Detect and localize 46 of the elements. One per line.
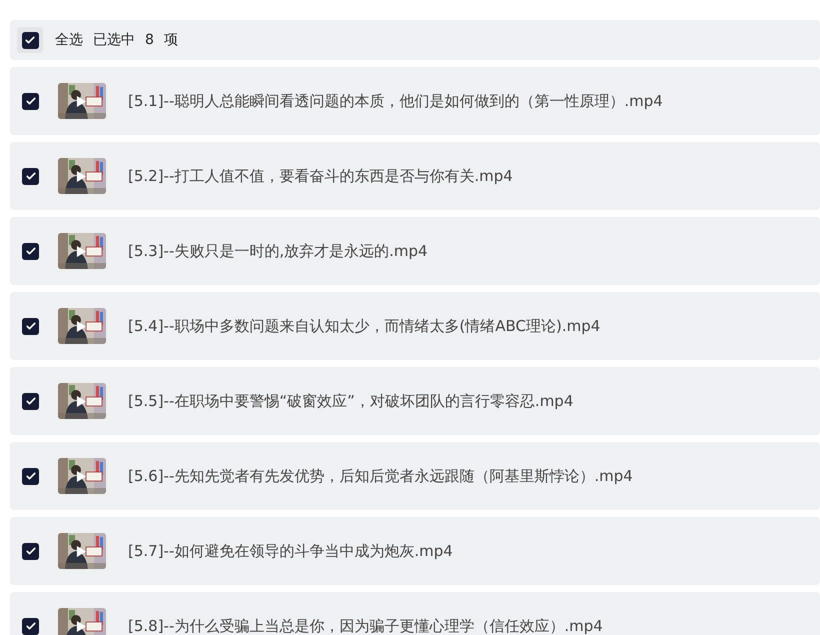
selected-prefix: 已选中	[93, 31, 135, 49]
file-checkbox[interactable]	[22, 468, 39, 484]
play-icon[interactable]	[76, 545, 87, 558]
file-name: [5.3]--失败只是一时的,放弃才是永远的.mp4	[128, 242, 428, 260]
file-row[interactable]: [5.1]--聪明人总能瞬间看透问题的本质，他们是如何做到的（第一性原理）.mp4	[10, 67, 820, 135]
file-checkbox[interactable]	[22, 318, 39, 334]
check-icon	[24, 95, 36, 107]
file-name: [5.4]--职场中多数问题来自认知太少，而情绪太多(情绪ABC理论).mp4	[128, 316, 600, 336]
file-row[interactable]: [5.5]--在职场中要警惕“破窗效应”，对破坏团队的言行零容忍.mp4	[10, 367, 820, 435]
file-row[interactable]: [5.2]--打工人值不值，要看奋斗的东西是否与你有关.mp4	[10, 142, 820, 210]
check-icon	[24, 170, 36, 182]
play-icon[interactable]	[76, 395, 87, 408]
play-icon[interactable]	[76, 95, 87, 108]
check-icon	[24, 395, 36, 407]
select-all-label: 全选	[55, 31, 83, 49]
play-icon[interactable]	[76, 170, 87, 183]
file-checkbox[interactable]	[22, 242, 39, 260]
file-checkbox[interactable]	[22, 392, 39, 410]
file-name: [5.1]--聪明人总能瞬间看透问题的本质，他们是如何做到的（第一性原理）.mp4	[128, 92, 663, 110]
file-checkbox[interactable]	[22, 542, 39, 560]
file-name: [5.2]--打工人值不值，要看奋斗的东西是否与你有关.mp4	[128, 166, 513, 186]
check-icon	[24, 620, 36, 632]
file-row[interactable]: [5.3]--失败只是一时的,放弃才是永远的.mp4	[10, 217, 820, 285]
file-row[interactable]: [5.8]--为什么受骗上当总是你，因为骗子更懂心理学（信任效应）.mp4	[10, 592, 820, 635]
check-icon	[24, 34, 36, 46]
selected-suffix: 项	[164, 31, 178, 49]
file-name: [5.8]--为什么受骗上当总是你，因为骗子更懂心理学（信任效应）.mp4	[128, 616, 603, 635]
file-row[interactable]: [5.4]--职场中多数问题来自认知太少，而情绪太多(情绪ABC理论).mp4	[10, 292, 820, 360]
file-row[interactable]: [5.7]--如何避免在领导的斗争当中成为炮灰.mp4	[10, 517, 820, 585]
selected-count: 8	[145, 32, 154, 48]
check-icon	[24, 320, 36, 332]
file-row[interactable]: [5.6]--先知先觉者有先发优势，后知后觉者永远跟随（阿基里斯悖论）.mp4	[10, 442, 820, 510]
file-checkbox[interactable]	[22, 168, 39, 184]
file-name: [5.7]--如何避免在领导的斗争当中成为炮灰.mp4	[128, 542, 453, 560]
play-icon[interactable]	[76, 320, 87, 333]
play-icon[interactable]	[76, 245, 87, 258]
file-checkbox[interactable]	[22, 618, 39, 634]
file-name: [5.5]--在职场中要警惕“破窗效应”，对破坏团队的言行零容忍.mp4	[128, 392, 574, 410]
check-icon	[24, 545, 36, 557]
file-name: [5.6]--先知先觉者有先发优势，后知后觉者永远跟随（阿基里斯悖论）.mp4	[128, 466, 633, 486]
file-checkbox[interactable]	[22, 92, 39, 110]
select-all-checkbox[interactable]	[22, 32, 38, 48]
play-icon[interactable]	[76, 470, 87, 483]
check-icon	[24, 470, 36, 482]
check-icon	[24, 245, 36, 257]
play-icon[interactable]	[76, 620, 87, 633]
